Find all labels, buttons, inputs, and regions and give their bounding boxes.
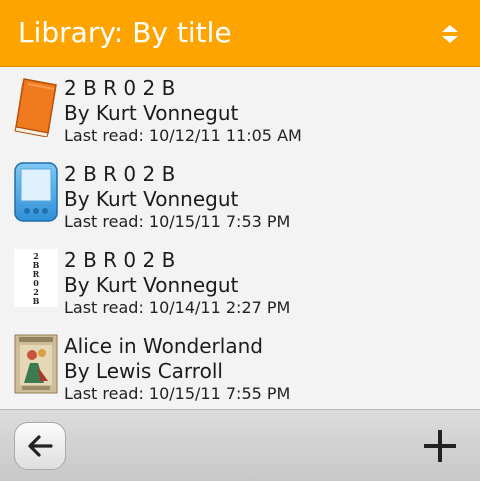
last-read-timestamp: Last read: 10/12/11 11:05 AM xyxy=(64,126,302,145)
ebook-reader-icon xyxy=(12,161,60,223)
add-button[interactable] xyxy=(422,428,458,464)
back-arrow-icon xyxy=(28,435,53,457)
book-title: Alice in Wonderland xyxy=(64,334,263,358)
last-read-timestamp: Last read: 10/15/11 7:53 PM xyxy=(64,212,291,231)
sort-up-down-icon[interactable] xyxy=(438,22,462,46)
illustrated-cover-image xyxy=(12,333,60,395)
header-bar: Library: By title xyxy=(0,0,480,67)
book-list: 2 B R 0 2 B By Kurt Vonnegut Last read: … xyxy=(0,67,480,409)
book-title: 2 B R 0 2 B xyxy=(64,76,176,100)
plus-icon xyxy=(424,430,456,462)
page-title: Library: By title xyxy=(18,16,232,49)
list-item[interactable]: Alice in Wonderland By Lewis Carroll Las… xyxy=(0,325,480,409)
text-cover-image: 2 B R 0 2 B xyxy=(12,247,60,309)
list-item[interactable]: 2 B R 0 2 B By Kurt Vonnegut Last read: … xyxy=(0,67,480,153)
svg-text:B: B xyxy=(33,296,40,306)
orange-book-icon xyxy=(12,75,60,137)
book-author: By Kurt Vonnegut xyxy=(64,101,239,125)
book-author: By Lewis Carroll xyxy=(64,359,223,383)
book-title: 2 B R 0 2 B xyxy=(64,248,176,272)
last-read-timestamp: Last read: 10/14/11 2:27 PM xyxy=(64,298,291,317)
list-item[interactable]: 2 B R 0 2 B By Kurt Vonnegut Last read: … xyxy=(0,153,480,239)
last-read-timestamp: Last read: 10/15/11 7:55 PM xyxy=(64,384,291,403)
back-button[interactable] xyxy=(14,422,66,470)
book-author: By Kurt Vonnegut xyxy=(64,273,239,297)
book-author: By Kurt Vonnegut xyxy=(64,187,239,211)
book-title: 2 B R 0 2 B xyxy=(64,162,176,186)
bottom-toolbar xyxy=(0,409,480,481)
list-item[interactable]: 2 B R 0 2 B 2 B R 0 2 B By Kurt Vonnegut… xyxy=(0,239,480,325)
